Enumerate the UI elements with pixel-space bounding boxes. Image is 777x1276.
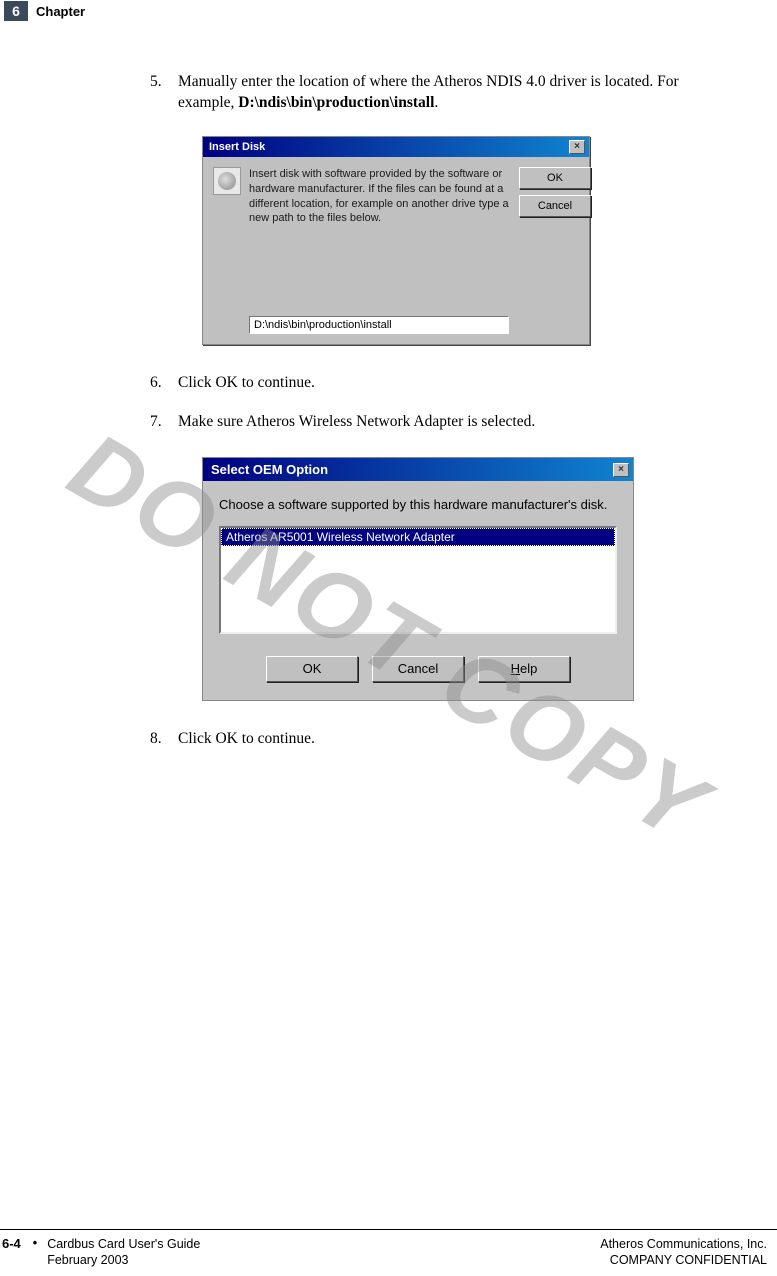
step-number: 8. bbox=[150, 729, 178, 750]
oem-listbox[interactable]: Atheros AR5001 Wireless Network Adapter bbox=[219, 526, 617, 634]
chapter-label: Chapter bbox=[36, 4, 85, 19]
close-icon[interactable]: × bbox=[613, 463, 629, 477]
dialog-titlebar: Insert Disk × bbox=[203, 137, 589, 157]
dialog-prompt: Choose a software supported by this hard… bbox=[219, 497, 617, 512]
guide-title: Cardbus Card User's Guide bbox=[47, 1236, 200, 1252]
guide-date: February 2003 bbox=[47, 1252, 200, 1268]
company-name: Atheros Communications, Inc. bbox=[600, 1236, 767, 1252]
step-number: 7. bbox=[150, 412, 178, 433]
step-text: Click OK to continue. bbox=[178, 729, 697, 750]
dialog-buttons: OK Cancel bbox=[519, 167, 591, 334]
select-oem-dialog: Select OEM Option × Choose a software su… bbox=[202, 457, 634, 701]
help-rest: elp bbox=[520, 661, 537, 676]
step-6: 6. Click OK to continue. bbox=[150, 373, 697, 394]
page-footer: 6-4 • Cardbus Card User's Guide February… bbox=[0, 1229, 777, 1269]
page-number: 6-4 bbox=[2, 1236, 21, 1269]
step-text: Click OK to continue. bbox=[178, 373, 697, 394]
disk-icon bbox=[213, 167, 241, 195]
dialog-left-col: Insert disk with software provided by th… bbox=[213, 167, 509, 334]
ok-button[interactable]: OK bbox=[519, 167, 591, 189]
page-content: 5. Manually enter the location of where … bbox=[0, 22, 777, 750]
cancel-button[interactable]: Cancel bbox=[372, 656, 464, 682]
dialog-body: Insert disk with software provided by th… bbox=[203, 157, 589, 344]
help-button[interactable]: Help bbox=[478, 656, 570, 682]
path-input[interactable]: D:\ndis\bin\production\install bbox=[249, 316, 509, 334]
step-5-path: D:\ndis\bin\production\install bbox=[238, 94, 434, 111]
step-number: 5. bbox=[150, 72, 178, 114]
chapter-number-badge: 6 bbox=[4, 1, 28, 21]
close-icon[interactable]: × bbox=[569, 140, 585, 154]
dialog-message: Insert disk with software provided by th… bbox=[249, 167, 509, 226]
step-5-text-c: . bbox=[434, 94, 438, 111]
dialog-body: Choose a software supported by this hard… bbox=[203, 481, 633, 700]
page-header: 6 Chapter bbox=[0, 0, 777, 22]
footer-right: Atheros Communications, Inc. COMPANY CON… bbox=[600, 1236, 767, 1269]
insert-disk-dialog: Insert Disk × Insert disk with software … bbox=[202, 136, 590, 345]
step-number: 6. bbox=[150, 373, 178, 394]
insert-disk-dialog-wrap: Insert Disk × Insert disk with software … bbox=[202, 136, 697, 345]
step-text: Manually enter the location of where the… bbox=[178, 72, 697, 114]
cancel-button[interactable]: Cancel bbox=[519, 195, 591, 217]
select-oem-dialog-wrap: Select OEM Option × Choose a software su… bbox=[202, 457, 697, 701]
dialog-icon-row: Insert disk with software provided by th… bbox=[213, 167, 509, 226]
footer-left-block: Cardbus Card User's Guide February 2003 bbox=[47, 1236, 200, 1269]
step-7: 7. Make sure Atheros Wireless Network Ad… bbox=[150, 412, 697, 433]
dialog-buttons: OK Cancel Help bbox=[219, 656, 617, 682]
ok-button[interactable]: OK bbox=[266, 656, 358, 682]
dialog-title-text: Select OEM Option bbox=[211, 462, 328, 477]
confidential-label: COMPANY CONFIDENTIAL bbox=[600, 1252, 767, 1268]
step-text: Make sure Atheros Wireless Network Adapt… bbox=[178, 412, 697, 433]
bullet-icon: • bbox=[33, 1236, 37, 1269]
step-8: 8. Click OK to continue. bbox=[150, 729, 697, 750]
footer-left: 6-4 • Cardbus Card User's Guide February… bbox=[2, 1236, 200, 1269]
list-item-selected[interactable]: Atheros AR5001 Wireless Network Adapter bbox=[221, 528, 615, 546]
dialog-titlebar: Select OEM Option × bbox=[203, 458, 633, 481]
help-mnemonic: H bbox=[511, 661, 520, 676]
dialog-title-text: Insert Disk bbox=[209, 141, 265, 153]
step-5: 5. Manually enter the location of where … bbox=[150, 72, 697, 114]
